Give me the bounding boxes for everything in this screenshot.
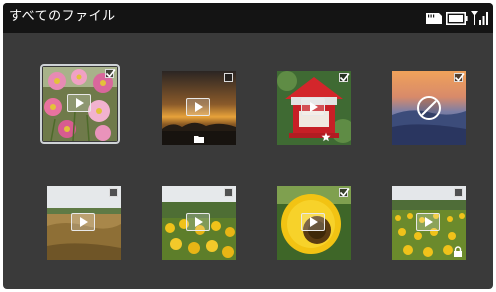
unavailable-icon [417,96,441,120]
battery-icon [446,12,468,25]
thumbnail-pink-cosmos[interactable] [43,67,117,141]
checkbox[interactable] [339,73,350,82]
checkbox[interactable] [454,73,465,82]
thumbnail-sunflower-closeup[interactable] [277,186,351,260]
thumbnail-grass-field[interactable] [47,186,121,260]
play-icon [416,213,440,231]
star-icon [321,132,331,142]
checkbox[interactable] [105,69,116,78]
thumbnail-sunflower-field[interactable] [162,186,236,260]
play-icon [301,213,325,231]
thumbnail-red-birdhouse[interactable] [277,71,351,145]
checkbox[interactable] [109,188,118,197]
lock-icon [454,246,462,257]
play-icon [186,213,210,231]
checkbox[interactable] [339,188,350,197]
memory-card-icon [426,13,442,24]
thumbnail-sunset-silhouette[interactable] [162,71,236,145]
play-icon [301,98,325,116]
play-icon [67,94,91,112]
checkbox[interactable] [454,188,463,197]
checkbox[interactable] [224,188,233,197]
thumbnail-coastal-sunset[interactable] [392,71,466,145]
play-icon [71,213,95,231]
screen: すべてのファイル [3,3,493,289]
title-bar: すべてのファイル [3,3,493,33]
play-icon [186,98,210,116]
signal-icon [471,11,488,25]
checkbox[interactable] [224,73,233,82]
folder-icon [194,136,204,143]
thumbnail-sunflower-field-far[interactable] [392,186,466,260]
page-title: すべてのファイル [9,9,116,24]
